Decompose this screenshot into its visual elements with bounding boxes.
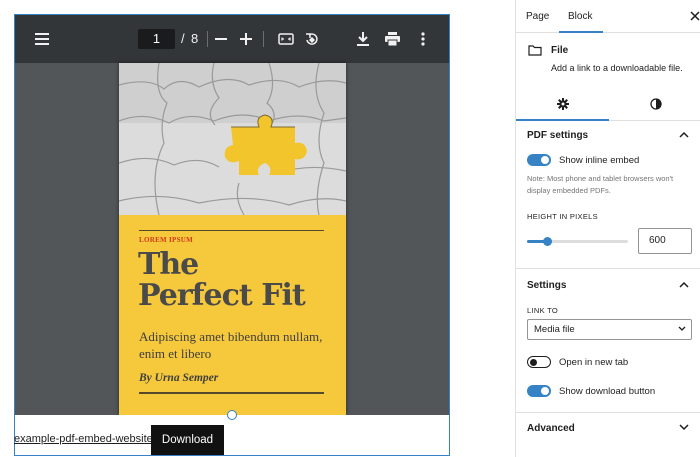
zoom-out-icon[interactable] bbox=[211, 15, 231, 63]
toolbar-divider bbox=[263, 31, 264, 47]
height-input[interactable]: 600 bbox=[638, 228, 692, 254]
open-new-tab-label: Open in new tab bbox=[559, 357, 629, 368]
embed-note: Note: Most phone and tablet browsers won… bbox=[527, 174, 674, 195]
pdf-toolbar: 1 / 8 bbox=[15, 15, 449, 63]
show-inline-embed-toggle[interactable] bbox=[527, 154, 551, 166]
chevron-up-icon bbox=[679, 131, 689, 138]
folder-icon bbox=[528, 45, 542, 56]
pdf-settings-title: PDF settings bbox=[527, 130, 589, 141]
chevron-up-icon bbox=[679, 281, 689, 288]
settings-title: Settings bbox=[527, 280, 567, 291]
current-page-input[interactable]: 1 bbox=[138, 29, 175, 49]
more-options-icon[interactable] bbox=[413, 15, 433, 63]
puzzle-cover-image bbox=[119, 63, 346, 215]
tab-page[interactable]: Page bbox=[526, 0, 549, 33]
open-new-tab-toggle[interactable] bbox=[527, 356, 551, 368]
editor-screen: 1 / 8 LOREM IPSUM The Perfect Fit Adipis… bbox=[0, 0, 700, 457]
height-slider-thumb[interactable] bbox=[543, 237, 552, 246]
cover-top-rule bbox=[139, 230, 324, 231]
block-settings-sidebar: Page Block File Add a link to a download… bbox=[515, 0, 700, 457]
print-icon[interactable] bbox=[382, 15, 402, 63]
cover-title: The Perfect Fit bbox=[138, 249, 338, 311]
gear-icon[interactable] bbox=[557, 98, 569, 110]
cover-title-line1: The bbox=[138, 247, 199, 282]
show-inline-embed-label: Show inline embed bbox=[559, 155, 640, 166]
zoom-in-icon[interactable] bbox=[236, 15, 256, 63]
fit-page-icon[interactable] bbox=[276, 15, 296, 63]
show-download-button-toggle[interactable] bbox=[527, 385, 551, 397]
height-slider[interactable] bbox=[527, 237, 628, 246]
block-description: Add a link to a downloadable file. bbox=[551, 63, 683, 73]
total-pages: 8 bbox=[191, 31, 199, 46]
download-button[interactable]: Download bbox=[151, 425, 224, 455]
pdf-viewer[interactable]: 1 / 8 LOREM IPSUM The Perfect Fit Adipis… bbox=[15, 15, 449, 415]
file-name-link[interactable]: example-pdf-embed-website bbox=[14, 433, 153, 445]
embed-resize-handle[interactable] bbox=[227, 410, 237, 420]
rotate-icon[interactable] bbox=[302, 15, 322, 63]
cover-subtitle: Adipiscing amet bibendum nullam, enim et… bbox=[139, 329, 323, 361]
page-separator: / bbox=[181, 31, 185, 46]
link-to-label: LINK TO bbox=[527, 306, 559, 315]
show-download-button-label: Show download button bbox=[559, 386, 656, 397]
cover-title-line2: Perfect Fit bbox=[138, 278, 306, 313]
advanced-title: Advanced bbox=[527, 423, 575, 434]
contrast-icon[interactable] bbox=[650, 98, 662, 110]
pdf-cover-page: LOREM IPSUM The Perfect Fit Adipiscing a… bbox=[119, 63, 346, 415]
sidebar-tabs: Page Block bbox=[516, 0, 700, 33]
cover-author: By Urna Semper bbox=[139, 372, 219, 384]
advanced-header[interactable]: Advanced bbox=[516, 414, 700, 444]
link-to-select[interactable]: Media file bbox=[527, 319, 692, 340]
height-label: HEIGHT IN PIXELS bbox=[527, 212, 598, 221]
section-divider bbox=[516, 412, 700, 413]
block-card: File Add a link to a downloadable file. bbox=[516, 33, 700, 87]
cover-bottom-rule bbox=[139, 392, 324, 394]
section-divider bbox=[516, 268, 700, 269]
settings-style-tabs bbox=[516, 87, 700, 121]
block-name: File bbox=[551, 45, 569, 56]
menu-icon[interactable] bbox=[32, 15, 52, 63]
toolbar-divider bbox=[207, 31, 208, 47]
link-to-value: Media file bbox=[534, 324, 575, 335]
tab-block[interactable]: Block bbox=[568, 0, 592, 33]
chevron-down-icon bbox=[679, 424, 689, 431]
close-icon[interactable] bbox=[690, 11, 700, 21]
settings-header[interactable]: Settings bbox=[516, 271, 700, 301]
download-icon[interactable] bbox=[353, 15, 373, 63]
chevron-down-icon bbox=[678, 326, 686, 331]
pdf-settings-header[interactable]: PDF settings bbox=[516, 121, 700, 151]
cover-eyebrow: LOREM IPSUM bbox=[139, 236, 194, 244]
